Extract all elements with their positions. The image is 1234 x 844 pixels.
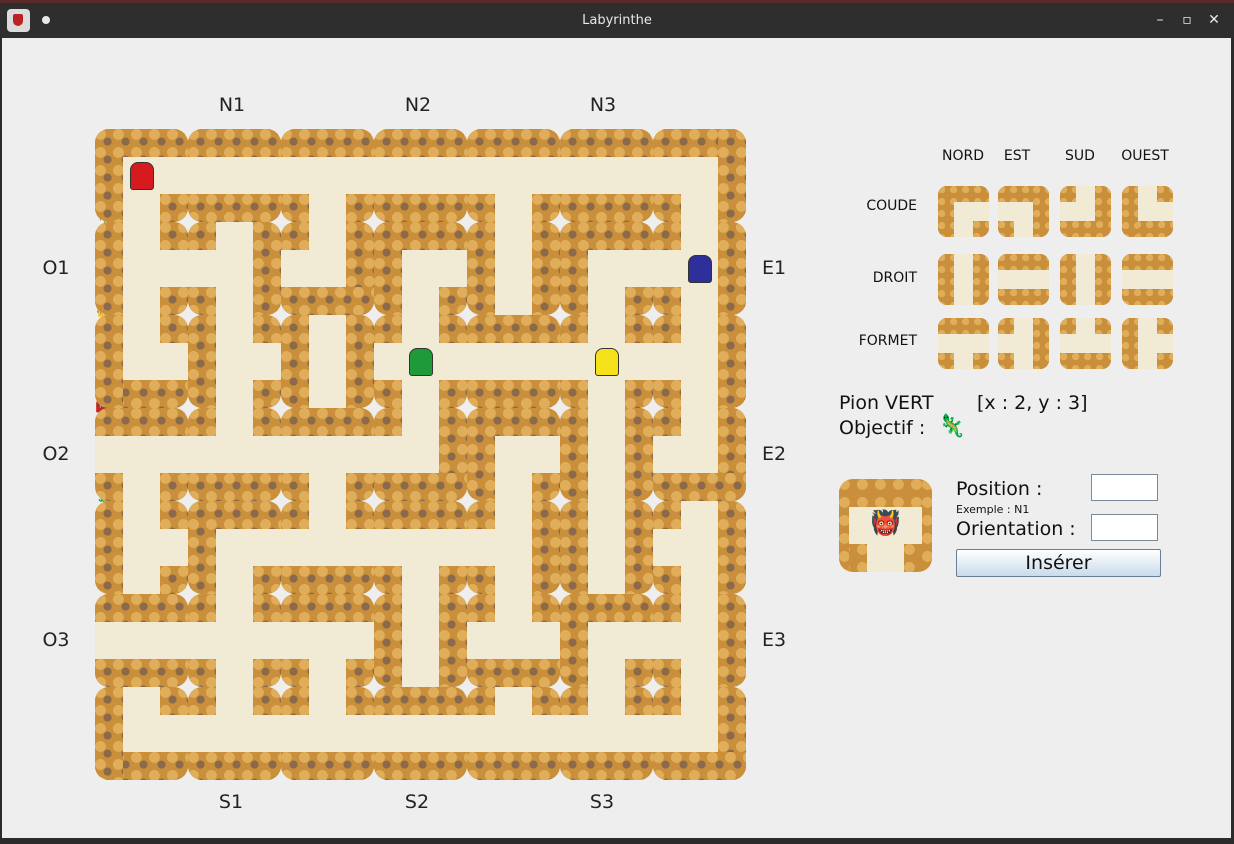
maze-tile [95, 501, 188, 594]
legend-tile [1122, 254, 1173, 305]
maze-tile [188, 501, 281, 594]
tile-type-formet: FORMET [858, 333, 917, 349]
maze-tile [188, 408, 281, 501]
legend-tile [998, 186, 1049, 237]
pawn-yellow [595, 348, 619, 376]
maze-tile [374, 687, 467, 780]
orientation-header-ouest: OUEST [1121, 148, 1169, 164]
insert-label-o2: O2 [42, 443, 70, 465]
maze-tile [467, 594, 560, 687]
maze-tile [95, 315, 188, 408]
legend-tile [998, 254, 1049, 305]
labyrinth-board[interactable]: 🔑🐇📖🗡🪲💍♞🐀🦉👑🧚🧞🕷💎🧰🕯🦇👻💀🦎 [95, 129, 746, 780]
maze-tile [95, 594, 188, 687]
maze-tile [188, 315, 281, 408]
maze-tile [374, 594, 467, 687]
legend-tile [1122, 186, 1173, 237]
maze-tile [653, 594, 746, 687]
orientation-input[interactable] [1091, 514, 1158, 541]
objective-label: Objectif : [839, 417, 926, 439]
maze-tile [467, 408, 560, 501]
maze-tile [281, 501, 374, 594]
maze-tile [374, 222, 467, 315]
legend-tile [1060, 254, 1111, 305]
maze-tile [281, 687, 374, 780]
maze-tile [281, 129, 374, 222]
insert-label-o1: O1 [42, 257, 70, 279]
insert-label-n2: N2 [404, 94, 432, 116]
orientation-label: Orientation : [956, 518, 1076, 540]
maze-tile [95, 222, 188, 315]
insert-label-s1: S1 [218, 791, 244, 813]
pawn-blue [688, 255, 712, 283]
legend-tile [1060, 186, 1111, 237]
maze-tile [467, 501, 560, 594]
pawn-green [409, 348, 433, 376]
maze-tile [188, 594, 281, 687]
maze-tile [653, 687, 746, 780]
insert-label-n3: N3 [589, 94, 617, 116]
pawn-coordinates: [x : 2, y : 3] [977, 392, 1088, 414]
maze-tile [188, 687, 281, 780]
position-label: Position : [956, 478, 1043, 500]
maximize-icon[interactable]: ▫ [1178, 11, 1196, 29]
maze-tile [374, 129, 467, 222]
orientation-header-est: EST [1003, 148, 1031, 164]
maze-tile [281, 222, 374, 315]
spare-tile-preview: 👹 [839, 479, 932, 572]
maze-tile [467, 129, 560, 222]
insert-button[interactable]: Insérer [956, 549, 1161, 577]
current-pawn-label: Pion VERT [839, 392, 934, 414]
lizard-icon: 🦎 [938, 414, 966, 439]
insert-label-e1: E1 [761, 257, 787, 279]
pawn-red [130, 162, 154, 190]
maze-tile [374, 501, 467, 594]
legend-tile [938, 186, 989, 237]
close-icon[interactable]: ✕ [1205, 11, 1223, 29]
insert-label-o3: O3 [42, 629, 70, 651]
insert-label-s3: S3 [589, 791, 615, 813]
legend-tile [938, 254, 989, 305]
maze-tile [653, 129, 746, 222]
maze-tile [374, 408, 467, 501]
insert-label-s2: S2 [404, 791, 430, 813]
orientation-header-sud: SUD [1065, 148, 1095, 164]
insert-label-n1: N1 [218, 94, 246, 116]
maze-tile [560, 594, 653, 687]
tile-type-droit: DROIT [872, 270, 917, 286]
maze-tile [188, 129, 281, 222]
maze-tile [95, 408, 188, 501]
maze-tile [560, 501, 653, 594]
legend-tile [1060, 318, 1111, 369]
maze-tile [560, 408, 653, 501]
maze-tile [653, 408, 746, 501]
legend-tile [998, 318, 1049, 369]
maze-tile [653, 501, 746, 594]
position-input[interactable] [1091, 474, 1158, 501]
maze-tile [188, 222, 281, 315]
insert-label-e2: E2 [761, 443, 787, 465]
maze-tile [653, 315, 746, 408]
maze-tile [281, 408, 374, 501]
maze-tile [560, 222, 653, 315]
window-title: Labyrinthe [582, 13, 652, 28]
position-example: Exemple : N1 [956, 503, 1030, 516]
troll-icon: 👹 [870, 509, 901, 537]
legend-tile [1122, 318, 1173, 369]
maze-tile [467, 687, 560, 780]
tile-type-coude: COUDE [866, 198, 917, 214]
maze-tile [281, 594, 374, 687]
maze-tile [560, 687, 653, 780]
maze-tile [95, 687, 188, 780]
maze-tile [467, 222, 560, 315]
title-bar: Labyrinthe – ▫ ✕ [0, 0, 1234, 38]
minimize-icon[interactable]: – [1151, 11, 1169, 29]
maze-tile [467, 315, 560, 408]
legend-tile [938, 318, 989, 369]
maze-tile [281, 315, 374, 408]
insert-label-e3: E3 [761, 629, 787, 651]
maze-tile [560, 129, 653, 222]
